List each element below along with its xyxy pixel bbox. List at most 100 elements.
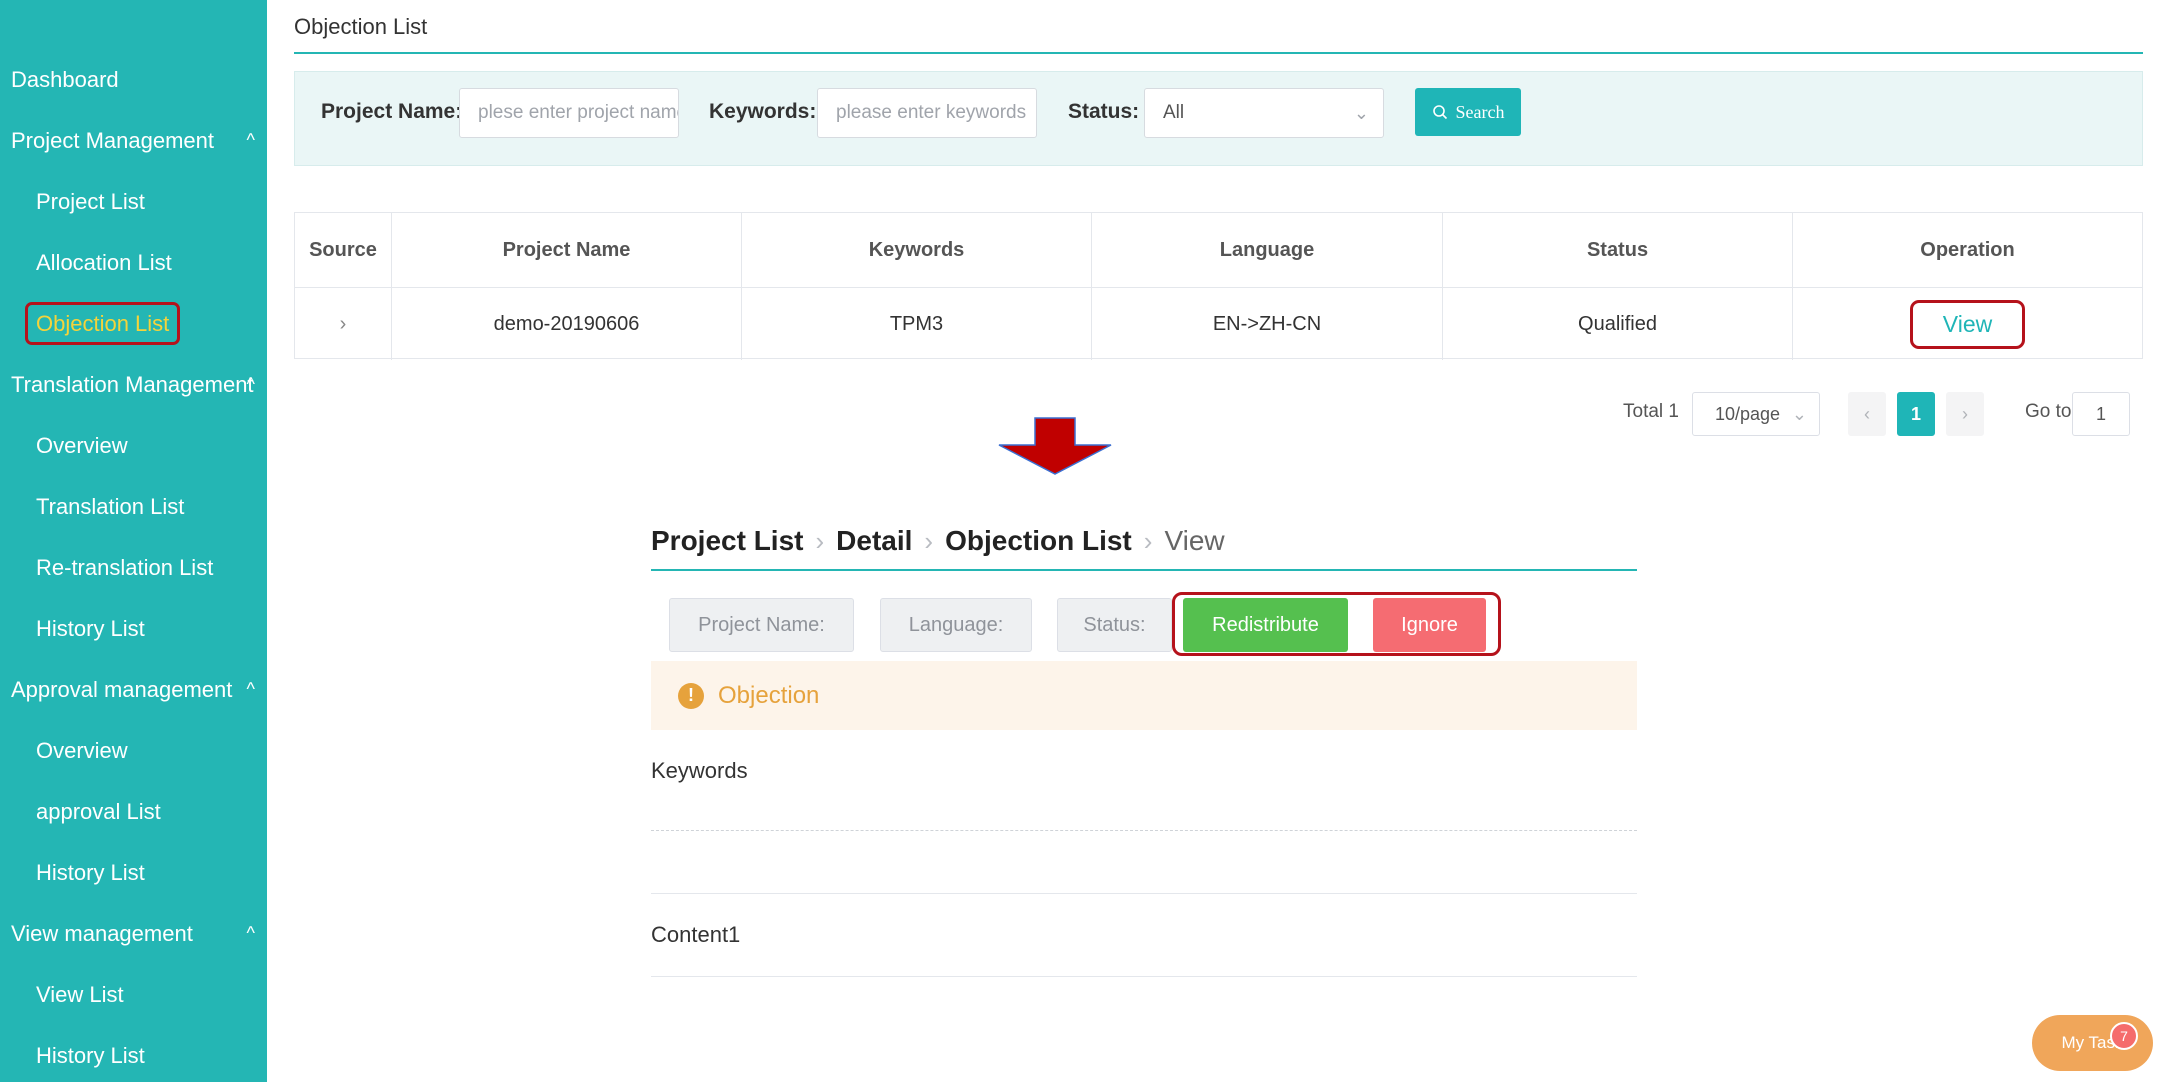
- pagination-total: Total 1: [1623, 401, 1679, 422]
- status-field: Status:: [1057, 598, 1172, 652]
- sidebar-item-label: View List: [36, 982, 124, 1007]
- sidebar-item-translation-list[interactable]: Translation List: [0, 476, 267, 537]
- sidebar-item-approval-list[interactable]: approval List: [0, 781, 267, 842]
- search-button[interactable]: Search: [1415, 88, 1521, 136]
- sidebar-group-view-management[interactable]: View management ^: [0, 903, 267, 964]
- section-divider: [651, 893, 1637, 894]
- chevron-up-icon: ^: [246, 374, 255, 394]
- chevron-up-icon: ^: [246, 130, 255, 150]
- next-page-button[interactable]: ›: [1946, 392, 1984, 436]
- sidebar-item-view-list[interactable]: View List: [0, 964, 267, 1025]
- sidebar-item-label: Translation List: [36, 494, 185, 519]
- sidebar-item-allocation-list[interactable]: Allocation List: [0, 232, 267, 293]
- sidebar-item-label: approval List: [36, 799, 161, 824]
- sidebar-item-label: History List: [36, 860, 145, 885]
- chevron-down-icon: ⌄: [1791, 403, 1807, 424]
- sidebar-item-label: Allocation List: [36, 250, 172, 275]
- status-select-value: All: [1163, 102, 1185, 123]
- project-name-input[interactable]: plese enter project name: [459, 88, 679, 138]
- page-number-button[interactable]: 1: [1897, 392, 1935, 436]
- sidebar-item-label: History List: [36, 1043, 145, 1068]
- goto-label: Go to: [2025, 401, 2072, 422]
- column-header-project-name: Project Name: [392, 213, 742, 287]
- column-header-source: Source: [295, 213, 392, 287]
- detail-divider: [651, 569, 1637, 571]
- chevron-right-icon: ›: [1143, 526, 1153, 556]
- sidebar-item-label: Dashboard: [11, 67, 119, 92]
- sidebar-item-history-list[interactable]: History List: [0, 842, 267, 903]
- chevron-up-icon: ^: [246, 923, 255, 943]
- task-count-badge: 7: [2110, 1022, 2138, 1050]
- sidebar-item-label: Re-translation List: [36, 555, 214, 580]
- chevron-right-icon: ›: [924, 526, 934, 556]
- sidebar-item-history-list[interactable]: History List: [0, 1025, 267, 1086]
- view-link[interactable]: View: [1909, 299, 2026, 349]
- content1-section-label: Content1: [651, 922, 741, 947]
- warning-icon: !: [678, 682, 704, 709]
- sidebar-item-label: Overview: [36, 433, 128, 458]
- column-header-status: Status: [1443, 213, 1793, 287]
- breadcrumb-detail[interactable]: Detail: [836, 525, 912, 556]
- sidebar-item-label: Approval management: [11, 677, 233, 702]
- sidebar-item-label: Project List: [36, 189, 145, 214]
- title-divider: [294, 52, 2143, 54]
- table-header-row: Source Project Name Keywords Language St…: [295, 213, 2142, 287]
- sidebar-group-project-management[interactable]: Project Management ^: [0, 110, 267, 171]
- sidebar-item-overview[interactable]: Overview: [0, 415, 267, 476]
- filter-bar: Project Name: plese enter project name K…: [294, 71, 2143, 166]
- language-field: Language:: [880, 598, 1032, 652]
- breadcrumb-project-list[interactable]: Project List: [651, 525, 803, 556]
- sidebar-item-label: Objection List: [25, 302, 181, 345]
- chevron-down-icon: ⌄: [1353, 103, 1369, 123]
- breadcrumb-view: View: [1164, 525, 1225, 556]
- sidebar-item-project-list[interactable]: Project List: [0, 171, 267, 232]
- section-divider: [651, 976, 1637, 977]
- dashed-divider: [651, 830, 1637, 831]
- chevron-up-icon: ^: [246, 679, 255, 699]
- goto-page-input[interactable]: 1: [2072, 392, 2130, 436]
- status-label: Status:: [1068, 100, 1140, 123]
- sidebar-item-label: History List: [36, 616, 145, 641]
- chevron-right-icon: ›: [1962, 403, 1968, 424]
- chevron-left-icon: ‹: [1864, 403, 1870, 424]
- sidebar-group-translation-management[interactable]: Translation Management ^: [0, 354, 267, 415]
- sidebar-item-label: View management: [11, 921, 193, 946]
- objection-alert: ! Objection: [651, 661, 1637, 730]
- breadcrumb: Project List › Detail › Objection List › View: [651, 525, 1225, 557]
- breadcrumb-objection-list[interactable]: Objection List: [945, 525, 1132, 556]
- chevron-right-icon: ›: [815, 526, 825, 556]
- sidebar-item-history-list[interactable]: History List: [0, 598, 267, 659]
- sidebar-item-objection-list[interactable]: Objection List: [0, 293, 267, 354]
- redistribute-button[interactable]: Redistribute: [1183, 598, 1348, 652]
- keywords-input[interactable]: please enter keywords: [817, 88, 1037, 138]
- page-title: Objection List: [294, 14, 428, 39]
- column-header-operation: Operation: [1920, 238, 2015, 261]
- sidebar-item-label: Overview: [36, 738, 128, 763]
- page-size-select[interactable]: 10/page ⌄: [1692, 392, 1820, 436]
- objection-title: Objection: [718, 681, 820, 709]
- cell-keywords: TPM3: [742, 288, 1092, 360]
- cell-project-name: demo-20190606: [392, 288, 742, 360]
- sidebar: Dashboard Project Management ^ Project L…: [0, 0, 267, 1082]
- column-header-language: Language: [1092, 213, 1443, 287]
- sidebar-group-approval-management[interactable]: Approval management ^: [0, 659, 267, 720]
- objection-table: Source Project Name Keywords Language St…: [294, 212, 2143, 360]
- column-header-keywords: Keywords: [742, 213, 1092, 287]
- cell-status: Qualified: [1443, 288, 1793, 360]
- search-icon: [1432, 105, 1447, 120]
- search-button-label: Search: [1455, 101, 1505, 122]
- sidebar-item-overview[interactable]: Overview: [0, 720, 267, 781]
- keywords-section-label: Keywords: [651, 758, 748, 783]
- sidebar-item-retranslation-list[interactable]: Re-translation List: [0, 537, 267, 598]
- sidebar-item-dashboard[interactable]: Dashboard: [0, 49, 267, 110]
- ignore-button[interactable]: Ignore: [1373, 598, 1486, 652]
- project-name-field: Project Name:: [669, 598, 854, 652]
- project-name-label: Project Name:: [321, 100, 463, 123]
- expand-row-icon[interactable]: ›: [295, 288, 392, 360]
- cell-language: EN->ZH-CN: [1092, 288, 1443, 360]
- keywords-label: Keywords:: [709, 100, 817, 123]
- sidebar-item-label: Project Management: [11, 128, 214, 153]
- prev-page-button[interactable]: ‹: [1848, 392, 1886, 436]
- status-select[interactable]: All ⌄: [1144, 88, 1384, 138]
- cell-operation: View: [1793, 288, 2142, 360]
